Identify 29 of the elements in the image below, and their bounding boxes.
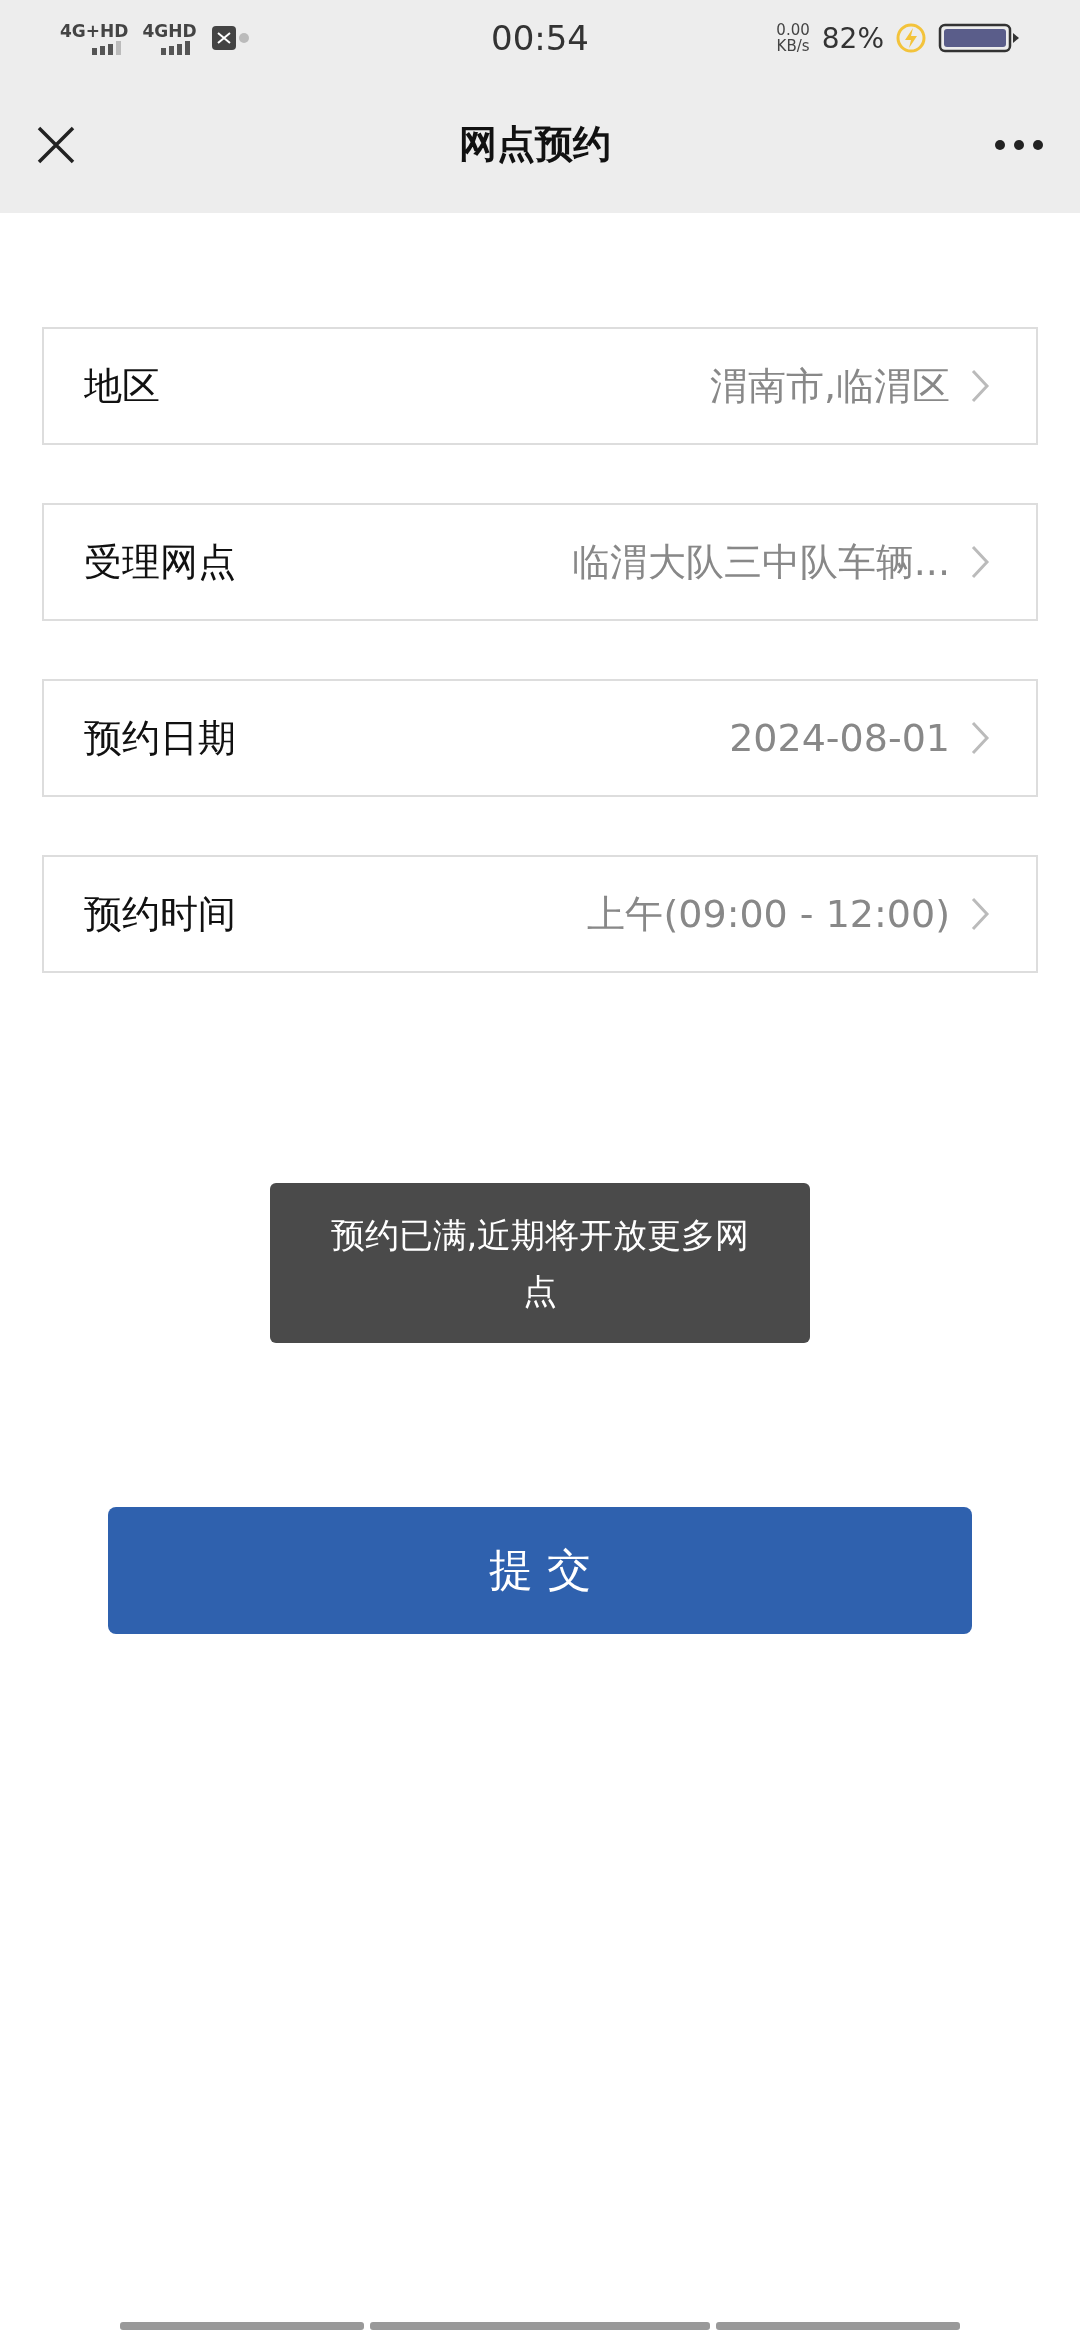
clock: 00:54	[491, 18, 589, 58]
speed-unit: KB/s	[776, 38, 810, 55]
network-label: 4G+HD	[60, 21, 129, 41]
battery-percent: 82%	[821, 21, 884, 55]
field-value: 2024-08-01	[728, 716, 950, 760]
screen-record-icon	[210, 25, 249, 51]
field-label: 预约日期	[84, 714, 236, 762]
submit-button[interactable]: 提 交	[108, 1507, 972, 1634]
field-label: 受理网点	[84, 538, 236, 586]
field-value: 渭南市,临渭区	[708, 362, 950, 410]
more-icon[interactable]	[994, 138, 1044, 151]
chevron-icon	[970, 544, 990, 580]
field-value: 上午(09:00 - 12:00)	[586, 890, 950, 938]
form-row[interactable]: 预约时间 上午(09:00 - 12:00)	[42, 855, 1038, 973]
field-label: 预约时间	[84, 890, 236, 938]
chevron-icon	[970, 368, 990, 404]
field-label: 地区	[84, 362, 160, 410]
close-icon[interactable]	[36, 124, 76, 165]
speed-value: 0.00	[776, 21, 810, 38]
chevron-icon	[970, 720, 990, 756]
field-value: 临渭大队三中队车辆...	[570, 538, 950, 586]
chevron-icon	[970, 896, 990, 932]
page-title: 网点预约	[459, 121, 611, 168]
form-row[interactable]: 预约日期 2024-08-01	[42, 679, 1038, 797]
form-row[interactable]: 地区 渭南市,临渭区	[42, 327, 1038, 445]
network-label: 4GHD	[142, 21, 197, 41]
form-row[interactable]: 受理网点 临渭大队三中队车辆...	[42, 503, 1038, 621]
toast-message: 预约已满,近期将开放更多网点	[270, 1183, 810, 1343]
battery-icon	[938, 23, 1020, 53]
